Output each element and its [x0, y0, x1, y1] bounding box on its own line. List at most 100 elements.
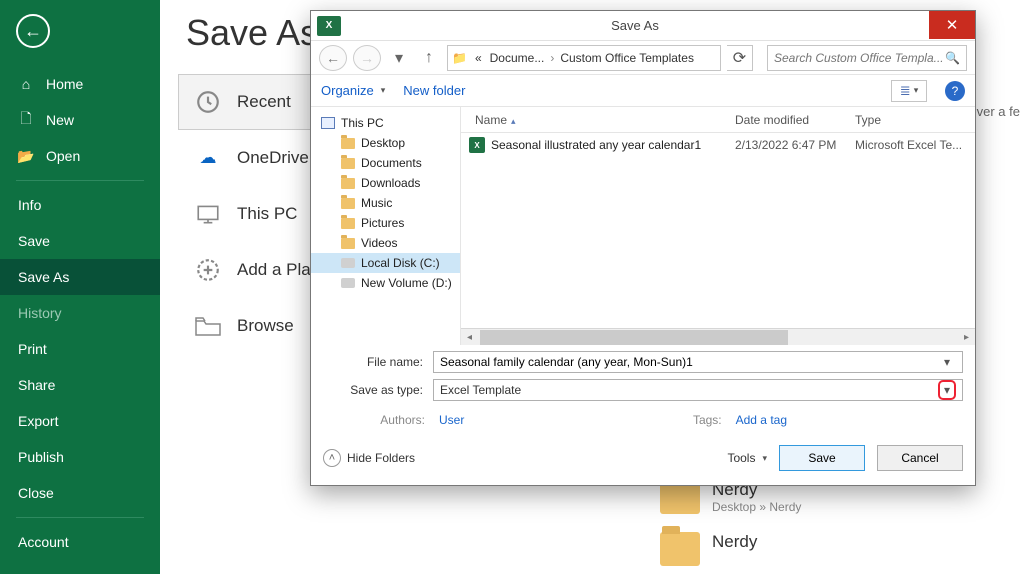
column-type[interactable]: Type [855, 113, 975, 127]
tags-value[interactable]: Add a tag [736, 413, 787, 427]
horizontal-scrollbar[interactable]: ◂ ▸ [461, 328, 975, 345]
nav-save-as-label: Save As [18, 269, 69, 285]
chevron-up-icon: ˄ [323, 449, 341, 467]
tree-item-documents[interactable]: Documents [311, 153, 460, 173]
tree-item-music[interactable]: Music [311, 193, 460, 213]
breadcrumb-segment[interactable]: « [471, 51, 486, 65]
view-mode-dropdown[interactable]: ≣ [891, 80, 927, 102]
new-folder-button[interactable]: New folder [403, 83, 465, 98]
file-name-dropdown-icon[interactable]: ▾ [938, 355, 956, 369]
help-button[interactable]: ? [945, 81, 965, 101]
file-name: Seasonal illustrated any year calendar1 [491, 138, 735, 152]
nav-share[interactable]: Share [0, 367, 160, 403]
pc-icon [193, 199, 223, 229]
folder-tree[interactable]: This PC Desktop Documents Downloads Musi… [311, 107, 461, 345]
organize-menu[interactable]: Organize [321, 83, 385, 98]
scroll-thumb[interactable] [480, 330, 788, 345]
tree-item-videos[interactable]: Videos [311, 233, 460, 253]
cloud-icon: ☁ [193, 143, 223, 173]
hide-folders-label: Hide Folders [347, 451, 415, 465]
nav-publish[interactable]: Publish [0, 439, 160, 475]
address-bar[interactable]: 📁 « Docume... › Custom Office Templates [447, 45, 721, 71]
place-recent-label: Recent [237, 92, 291, 112]
save-type-value: Excel Template [440, 383, 938, 397]
scroll-left-icon[interactable]: ◂ [461, 332, 478, 343]
search-icon[interactable]: 🔍 [945, 51, 960, 65]
save-as-dialog: X Save As ✕ ← → ▾ ↑ 📁 « Docume... › Cust… [310, 10, 976, 486]
search-input[interactable] [774, 51, 945, 65]
nav-history-label: History [18, 305, 62, 321]
place-browse-label: Browse [237, 316, 294, 336]
tree-label: Music [361, 196, 392, 210]
place-add-label: Add a Plac [237, 260, 319, 280]
breadcrumb-segment[interactable]: Custom Office Templates [556, 51, 698, 65]
tree-item-desktop[interactable]: Desktop [311, 133, 460, 153]
file-row[interactable]: X Seasonal illustrated any year calendar… [461, 133, 975, 157]
nav-print[interactable]: Print [0, 331, 160, 367]
nav-save-as[interactable]: Save As [0, 259, 160, 295]
tree-item-local-disk[interactable]: Local Disk (C:) [311, 253, 460, 273]
file-type: Microsoft Excel Te... [855, 138, 975, 152]
file-name-field[interactable]: ▾ [433, 351, 963, 373]
nav-home-label: Home [46, 76, 83, 92]
breadcrumb-segment[interactable]: Docume... [486, 51, 549, 65]
save-button[interactable]: Save [779, 445, 865, 471]
nav-open[interactable]: 📂 Open [0, 138, 160, 174]
search-box[interactable]: 🔍 [767, 45, 967, 71]
tree-item-pictures[interactable]: Pictures [311, 213, 460, 233]
file-name-input[interactable] [440, 355, 938, 369]
dialog-body: This PC Desktop Documents Downloads Musi… [311, 107, 975, 345]
tree-label: Desktop [361, 136, 405, 150]
close-button[interactable]: ✕ [929, 11, 975, 39]
nav-info-label: Info [18, 197, 41, 213]
nav-export[interactable]: Export [0, 403, 160, 439]
nav-back-button[interactable]: ← [319, 45, 347, 71]
tree-label: Local Disk (C:) [361, 256, 440, 270]
excel-file-icon: X [469, 137, 485, 153]
nav-forward-button[interactable]: → [353, 45, 381, 71]
pc-icon [321, 117, 335, 129]
nav-history: History [0, 295, 160, 331]
column-date[interactable]: Date modified [735, 113, 855, 127]
scroll-right-icon[interactable]: ▸ [958, 332, 975, 343]
save-type-field[interactable]: Excel Template ▾ [433, 379, 963, 401]
toolbar-row: Organize New folder ≣ ? [311, 75, 975, 107]
cancel-button[interactable]: Cancel [877, 445, 963, 471]
place-this-pc-label: This PC [237, 204, 297, 224]
folder-icon: 📁 [452, 51, 467, 65]
folder-icon [660, 532, 700, 566]
nav-recent-dropdown[interactable]: ▾ [387, 46, 411, 70]
back-button[interactable]: ← [16, 14, 50, 48]
column-headers[interactable]: Name▴ Date modified Type [461, 107, 975, 133]
file-name-row: File name: ▾ [323, 351, 963, 373]
nav-print-label: Print [18, 341, 47, 357]
tree-item-new-volume[interactable]: New Volume (D:) [311, 273, 460, 293]
recent-folder[interactable]: Nerdy [660, 532, 1014, 566]
nav-home[interactable]: ⌂ Home [0, 66, 160, 102]
nav-close[interactable]: Close [0, 475, 160, 511]
save-type-label: Save as type: [323, 383, 433, 397]
tree-label: Videos [361, 236, 397, 250]
nav-info[interactable]: Info [0, 187, 160, 223]
column-name[interactable]: Name▴ [469, 113, 735, 127]
tree-item-downloads[interactable]: Downloads [311, 173, 460, 193]
nav-new[interactable]: 🗋 New [0, 102, 160, 138]
backstage-sidebar: ← ⌂ Home 🗋 New 📂 Open Info Save Save As … [0, 0, 160, 574]
nav-account[interactable]: Account [0, 524, 160, 560]
nav-share-label: Share [18, 377, 55, 393]
nav-account-label: Account [18, 534, 69, 550]
folder-icon [341, 238, 355, 249]
save-type-dropdown-icon[interactable]: ▾ [938, 380, 956, 400]
file-list[interactable]: X Seasonal illustrated any year calendar… [461, 133, 975, 328]
browse-icon [193, 311, 223, 341]
authors-value[interactable]: User [439, 413, 464, 427]
breadcrumb-sep: › [548, 51, 556, 65]
tree-label: Downloads [361, 176, 420, 190]
hide-folders-toggle[interactable]: ˄ Hide Folders [323, 449, 415, 467]
tools-menu[interactable]: Tools [727, 451, 767, 465]
recent-folder-path: Desktop » Nerdy [712, 500, 801, 514]
nav-up-button[interactable]: ↑ [417, 46, 441, 70]
tree-item-this-pc[interactable]: This PC [311, 113, 460, 133]
refresh-button[interactable]: ⟳ [727, 45, 753, 71]
nav-save[interactable]: Save [0, 223, 160, 259]
